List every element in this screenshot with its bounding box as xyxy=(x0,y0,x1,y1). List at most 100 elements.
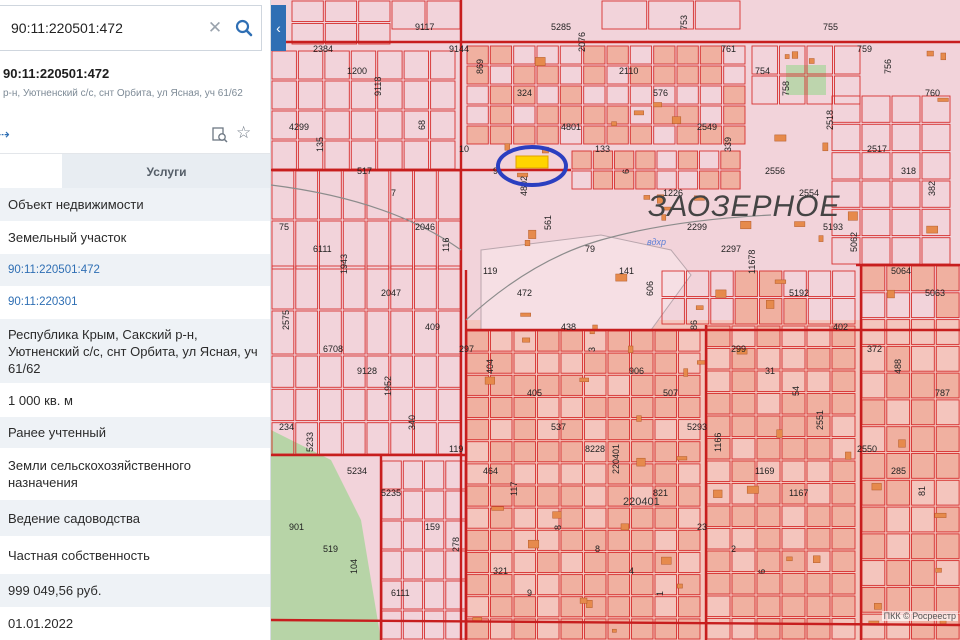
parcel xyxy=(513,441,536,463)
parcel-number: 8 xyxy=(595,544,600,554)
parcel xyxy=(631,596,654,618)
parcel xyxy=(731,573,756,595)
parcel xyxy=(731,393,756,415)
parcel-number: 2549 xyxy=(697,122,717,132)
parcel xyxy=(723,105,746,125)
parcel xyxy=(614,150,635,170)
parcel-number: 278 xyxy=(451,537,461,552)
parcel xyxy=(513,125,536,145)
parcel xyxy=(560,441,583,463)
selected-parcel-highlight xyxy=(515,155,549,169)
parcel xyxy=(635,170,656,190)
parcel-number: 81 xyxy=(917,486,927,496)
parcel-number: 2 xyxy=(731,544,736,554)
parcel xyxy=(781,573,806,595)
collapse-panel-button[interactable]: ‹ xyxy=(271,5,286,51)
parcel-number: 787 xyxy=(935,388,950,398)
parcel-number: 9118 xyxy=(373,77,383,96)
parcel-number: 758 xyxy=(781,81,791,96)
parcel xyxy=(560,596,583,618)
building xyxy=(713,489,723,498)
parcel-number: 9128 xyxy=(357,366,377,376)
link-cadastral-quarter[interactable]: 90:11:220301 xyxy=(0,286,270,319)
map-canvas[interactable]: 2144238412009118911791448693245285207621… xyxy=(271,0,960,640)
parcel-number: 5062 xyxy=(849,232,859,252)
list-item-cadastral-value: 999 049,56 руб. xyxy=(0,574,270,607)
parcel-number: 5234 xyxy=(347,466,367,476)
parcel-number: 464 xyxy=(483,466,498,476)
parcel xyxy=(607,529,630,551)
parcel xyxy=(489,105,513,125)
parcel xyxy=(759,270,783,297)
parcel-number: 5064 xyxy=(891,266,911,276)
favorite-star-icon[interactable]: ☆ xyxy=(236,124,251,141)
parcel xyxy=(861,399,886,426)
building xyxy=(520,312,531,317)
parcel xyxy=(699,45,723,65)
parcel xyxy=(831,528,856,550)
parcel xyxy=(537,485,560,507)
parcel xyxy=(935,506,960,533)
building xyxy=(661,556,672,565)
parcel xyxy=(559,85,583,105)
parcel-number: 119 xyxy=(449,444,463,454)
object-subtitle: р-н, Уютненский с/с, снт Орбита, ул Ясна… xyxy=(3,88,243,99)
parcel xyxy=(631,574,654,596)
parcel xyxy=(513,396,536,418)
list-item-object-type: Объект недвижимости xyxy=(0,188,270,221)
parcel xyxy=(783,298,807,325)
tab-services[interactable]: Услуги xyxy=(62,154,270,189)
parcel xyxy=(560,574,583,596)
building xyxy=(528,229,537,239)
link-cadastral-number[interactable]: 90:11:220501:472 xyxy=(0,254,270,286)
parcel xyxy=(631,374,654,396)
parcel xyxy=(756,438,781,460)
building xyxy=(822,142,829,152)
list-item-permitted-use: Ведение садоводства xyxy=(0,500,270,536)
building xyxy=(586,600,593,608)
zoom-to-object-icon[interactable] xyxy=(212,127,228,143)
clear-icon[interactable]: ✕ xyxy=(203,18,227,38)
parcel xyxy=(678,596,701,618)
building xyxy=(813,555,821,563)
parcel-number: 321 xyxy=(493,566,508,576)
parcel-number: 318 xyxy=(901,166,916,176)
parcel xyxy=(806,348,831,370)
list-item-status: Ранее учтенный xyxy=(0,417,270,448)
parcel-number: 11678 xyxy=(747,250,757,274)
parcel xyxy=(676,65,699,85)
parcel xyxy=(731,460,756,482)
tab-info[interactable] xyxy=(0,154,62,189)
parcel xyxy=(490,529,513,551)
parcel xyxy=(831,595,856,617)
parcel xyxy=(781,415,806,437)
parcel xyxy=(831,483,856,505)
building xyxy=(695,305,704,310)
search-input[interactable] xyxy=(0,20,203,36)
parcel xyxy=(583,125,606,145)
parcel-number: 409 xyxy=(425,322,440,332)
parcel xyxy=(631,419,654,441)
building xyxy=(715,289,727,298)
building xyxy=(818,235,824,242)
parcel-number: 7 xyxy=(391,188,396,198)
map-attribution: ПКК © Росреестр xyxy=(881,611,958,621)
parcel xyxy=(723,85,746,105)
parcel-number: 3 xyxy=(587,347,597,352)
parcel xyxy=(654,396,677,418)
parcel xyxy=(886,479,911,506)
building xyxy=(484,376,495,385)
arrow-right-icon[interactable]: ⇢ xyxy=(0,126,10,143)
parcel xyxy=(756,528,781,550)
search-icon[interactable] xyxy=(227,11,261,45)
parcel-number: 507 xyxy=(663,388,678,398)
parcel-number: 79 xyxy=(585,244,595,254)
cadastral-map[interactable]: 2144238412009118911791448693245285207621… xyxy=(271,0,960,640)
parcel-number: 2297 xyxy=(721,244,741,254)
building xyxy=(898,439,906,448)
parcel xyxy=(489,125,513,145)
parcel-number: 4299 xyxy=(289,122,309,132)
parcel-number: 488 xyxy=(893,359,903,374)
building xyxy=(874,603,882,610)
parcel xyxy=(584,352,607,374)
